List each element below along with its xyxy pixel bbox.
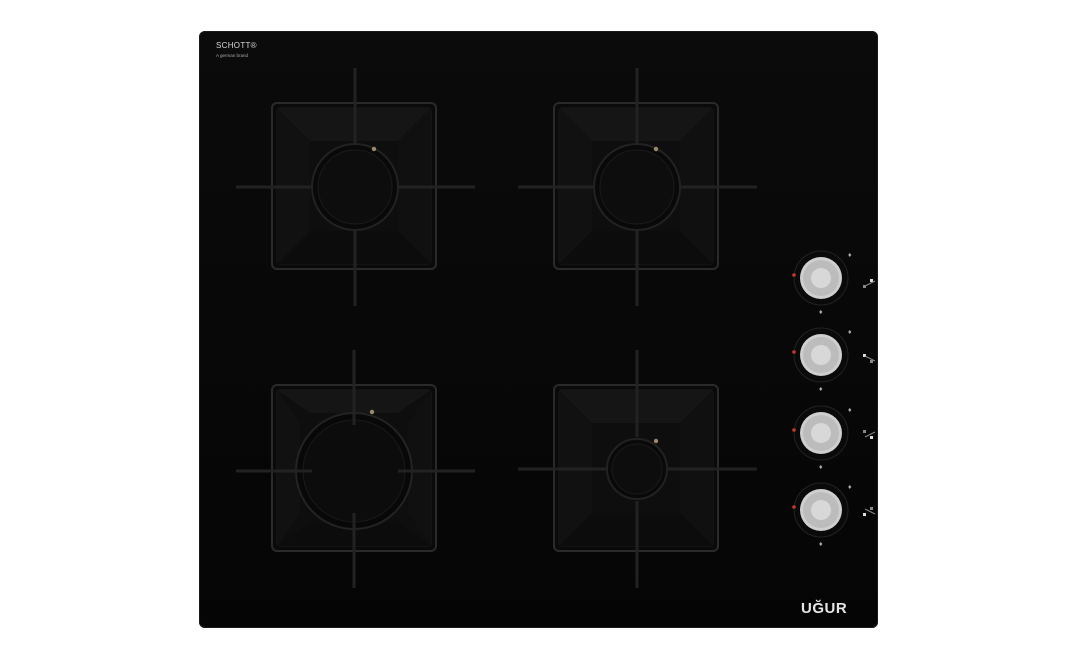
schott-tagline: A german brand xyxy=(216,53,249,58)
control-knob-graphic xyxy=(792,405,849,461)
flame-max-icon: ♦ xyxy=(848,252,852,259)
front-left-burner-indicator-icon xyxy=(863,505,877,517)
ugur-brand-logo: UĞUR xyxy=(801,600,848,617)
glass-hob: SCHOTT® A german brand ♦ ♦ ♦ ♦ ♦ ♦ ♦ ♦ U… xyxy=(199,31,878,628)
rear-right-burner-indicator-icon xyxy=(863,277,877,289)
flame-min-icon: ♦ xyxy=(819,541,823,548)
flame-min-icon: ♦ xyxy=(819,309,823,316)
flame-max-icon: ♦ xyxy=(848,407,852,414)
flame-max-icon: ♦ xyxy=(848,329,852,336)
burner-front-left[interactable] xyxy=(236,350,475,588)
control-knob-graphic xyxy=(792,250,849,306)
rear-left-burner-indicator-icon xyxy=(863,352,877,364)
flame-min-icon: ♦ xyxy=(819,464,823,471)
knob-3[interactable]: ♦ ♦ xyxy=(792,405,852,471)
control-knob-graphic xyxy=(792,482,849,538)
burner-rear-left-graphic xyxy=(236,68,475,306)
flame-min-icon: ♦ xyxy=(819,386,823,393)
knob-4[interactable]: ♦ ♦ xyxy=(792,482,852,548)
front-right-burner-indicator-icon xyxy=(863,428,877,440)
burner-rear-right[interactable] xyxy=(518,68,757,306)
knob-1[interactable]: ♦ ♦ xyxy=(792,250,852,316)
knob-2[interactable]: ♦ ♦ xyxy=(792,327,852,393)
burner-rear-left[interactable] xyxy=(236,68,475,306)
burner-rear-right-graphic xyxy=(518,68,757,306)
burner-front-right-graphic xyxy=(518,350,757,588)
burner-front-right[interactable] xyxy=(518,350,757,588)
flame-max-icon: ♦ xyxy=(848,484,852,491)
schott-logo: SCHOTT® xyxy=(216,41,257,50)
control-knob-graphic xyxy=(792,327,849,383)
burner-front-left-graphic xyxy=(236,350,475,588)
